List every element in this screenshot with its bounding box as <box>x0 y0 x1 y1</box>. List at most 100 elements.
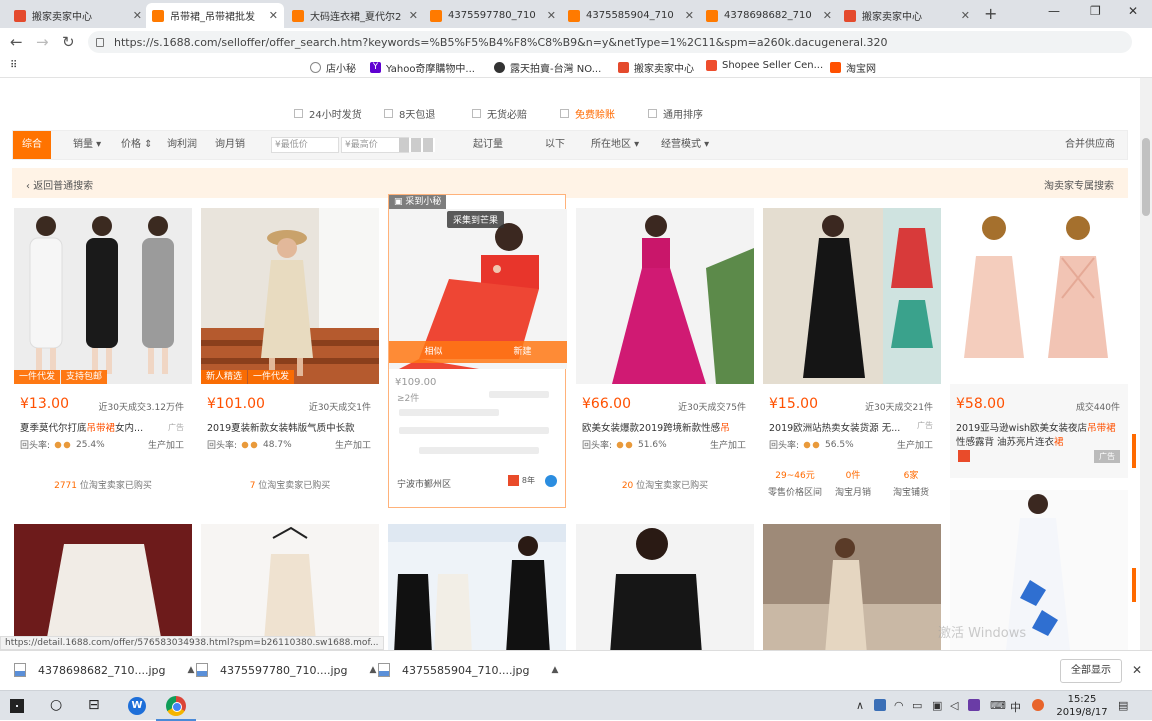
back-arrow-icon[interactable]: ← <box>10 33 23 51</box>
chevron-up-icon[interactable]: ▲ <box>552 665 559 675</box>
product-card[interactable]: ¥58.00 成交440件 2019亚马逊wish欧美女装夜店吊带裙 性感露背 … <box>950 208 1128 478</box>
close-icon[interactable]: ✕ <box>409 9 418 22</box>
task-view-icon[interactable]: ⊟ <box>88 697 100 713</box>
ime-indicator[interactable]: 中 <box>1010 699 1021 715</box>
product-card[interactable]: ¥66.00 近30天成交75件 欧美女装爆款2019跨境新款性感吊 回头率: 5… <box>576 208 754 508</box>
browser-tab-7[interactable]: 搬家卖家中心 ✕ <box>838 3 976 28</box>
filter-general-sort[interactable]: 通用排序 <box>648 106 703 121</box>
tray-app-icon[interactable] <box>874 699 886 711</box>
show-all-downloads-button[interactable]: 全部显示 <box>1060 659 1122 683</box>
product-title[interactable]: 2019欧洲站热卖女装货源 无... <box>769 420 935 434</box>
merge-suppliers[interactable]: 合并供应商 <box>1065 131 1115 159</box>
product-image[interactable] <box>14 208 192 384</box>
close-icon[interactable]: ✕ <box>1132 663 1142 677</box>
product-card-hovered[interactable]: ▣ 采到小秘 采集到芒果 相似 新建 ¥109.00 ≥2件 宁波市鄞州区 8年 <box>388 194 567 508</box>
tray-app-icon[interactable] <box>1032 699 1044 711</box>
bookmark-seller-center[interactable]: 搬家卖家中心 <box>618 60 694 75</box>
bookmark-dianxiaomi[interactable]: 店小秘 <box>310 60 356 75</box>
minimize-button[interactable]: — <box>1048 4 1060 18</box>
product-card[interactable] <box>14 524 192 650</box>
product-card[interactable] <box>388 524 566 650</box>
window-close-button[interactable]: ✕ <box>1128 4 1138 18</box>
apps-icon[interactable]: ⠿ <box>10 60 17 71</box>
product-title[interactable]: 2019夏装新款女装韩版气质中长款 <box>207 420 373 434</box>
browser-tab-5[interactable]: 4375585904_710 ✕ <box>562 3 700 28</box>
product-card[interactable] <box>576 524 754 650</box>
find-similar-button[interactable]: 相似 <box>389 341 478 363</box>
product-card[interactable] <box>763 524 941 650</box>
clock[interactable]: 15:25 2019/8/17 <box>1056 693 1108 719</box>
filter-free-credit[interactable]: 免费赊账 <box>560 106 615 121</box>
min-order-filter[interactable]: 起订量 <box>473 131 503 159</box>
download-item-3[interactable]: 4375585904_710....jpg ▲ <box>378 663 558 677</box>
bookmark-taobao[interactable]: 淘宝网 <box>830 60 876 75</box>
product-image[interactable] <box>388 524 566 650</box>
network-icon[interactable]: ▣ <box>932 699 942 712</box>
min-price-input[interactable]: ¥最低价 <box>271 137 339 153</box>
bookmark-ruten[interactable]: 露天拍賣-台灣 NO... <box>494 60 601 75</box>
chat-icon[interactable] <box>545 475 557 487</box>
volume-icon[interactable]: ◁ <box>950 699 958 712</box>
chevron-up-icon[interactable]: ∧ <box>856 699 864 712</box>
product-image[interactable] <box>576 208 754 384</box>
page-scrollbar[interactable] <box>1140 78 1152 650</box>
product-image[interactable] <box>950 208 1128 384</box>
new-button[interactable]: 新建 <box>478 341 567 363</box>
grid-view-icon[interactable] <box>399 138 435 152</box>
sort-comprehensive[interactable]: 综合 <box>13 131 51 159</box>
filter-stock-guarantee[interactable]: 无货必赔 <box>472 106 527 121</box>
battery-icon[interactable]: ▭ <box>912 699 922 712</box>
browser-tab-3[interactable]: 大码连衣裙_夏代尔2 ✕ <box>286 3 424 28</box>
windows-start-icon[interactable] <box>10 699 24 713</box>
close-icon[interactable]: ✕ <box>269 9 278 22</box>
download-item-1[interactable]: 4378698682_710....jpg ▲ <box>14 663 194 677</box>
keyboard-icon[interactable]: ⌨ <box>990 699 1006 712</box>
address-bar[interactable]: https://s.1688.com/selloffer/offer_searc… <box>88 31 1132 53</box>
product-title[interactable]: 夏季莫代尔打底吊带裙女内... <box>20 420 186 434</box>
wifi-icon[interactable]: ◠ <box>894 699 904 712</box>
scroll-thumb[interactable] <box>1142 138 1150 216</box>
filter-24h-shipping[interactable]: 24小时发货 <box>294 106 362 121</box>
chevron-up-icon[interactable]: ▲ <box>370 665 377 675</box>
bookmark-yahoo[interactable]: Y Yahoo奇摩購物中... <box>370 60 475 75</box>
notification-icon[interactable]: ▤ <box>1118 699 1128 712</box>
product-image[interactable] <box>576 524 754 650</box>
product-image[interactable] <box>763 524 941 650</box>
search-icon[interactable]: ○ <box>50 697 62 713</box>
browser-tab-1[interactable]: 搬家卖家中心 ✕ <box>8 3 148 28</box>
product-card[interactable]: 新人精选 一件代发 ¥101.00 近30天成交1件 2019夏装新款女装韩版气质… <box>201 208 379 508</box>
download-item-2[interactable]: 4375597780_710....jpg ▲ <box>196 663 376 677</box>
bookmark-shopee[interactable]: Shopee Seller Cen... <box>706 60 823 71</box>
back-to-normal-search[interactable]: ‹ 返回普通搜索 <box>26 177 93 192</box>
collect-to-xiaomi-button[interactable]: ▣ 采到小秘 <box>389 195 447 209</box>
close-icon[interactable]: ✕ <box>823 9 832 22</box>
product-title-line2[interactable]: 性感露背 油苏亮片连衣裙 <box>956 434 1122 448</box>
chrome-icon[interactable] <box>166 696 186 716</box>
product-image[interactable] <box>201 524 379 650</box>
collect-to-mango-button[interactable]: 采集到芒果 <box>447 211 505 228</box>
taobao-seller-search[interactable]: 淘卖家专属搜索 <box>1044 177 1114 192</box>
product-card[interactable]: ¥15.00 近30天成交21件 2019欧洲站热卖女装货源 无... 广告 回… <box>763 208 941 508</box>
sort-monthly[interactable]: 询月销 <box>215 131 245 159</box>
business-mode-filter[interactable]: 经营模式 ▾ <box>661 131 709 159</box>
browser-tab-2[interactable]: 吊带裙_吊带裙批发 ✕ <box>146 3 284 28</box>
product-image[interactable] <box>763 208 941 384</box>
product-image[interactable] <box>14 524 192 650</box>
browser-tab-4[interactable]: 4375597780_710 ✕ <box>424 3 562 28</box>
close-icon[interactable]: ✕ <box>685 9 694 22</box>
product-card[interactable]: 一件代发 支持包邮 ¥13.00 近30天成交3.12万件 夏季莫代尔打底吊带裙女… <box>14 208 192 508</box>
wps-icon[interactable]: W <box>128 697 146 715</box>
product-card[interactable] <box>201 524 379 650</box>
product-title[interactable]: 2019亚马逊wish欧美女装夜店吊带裙 <box>956 420 1122 434</box>
restore-button[interactable]: ❐ <box>1090 4 1101 18</box>
filter-8day-return[interactable]: 8天包退 <box>384 106 435 121</box>
reload-icon[interactable]: ↻ <box>62 33 75 51</box>
sort-price[interactable]: 价格 ⇕ <box>121 131 153 159</box>
product-title[interactable]: 欧美女装爆款2019跨境新款性感吊 <box>582 420 748 434</box>
forward-arrow-icon[interactable]: → <box>36 33 49 51</box>
new-tab-button[interactable]: + <box>984 4 997 23</box>
close-icon[interactable]: ✕ <box>961 9 970 22</box>
region-filter[interactable]: 所在地区 ▾ <box>591 131 639 159</box>
sort-sales[interactable]: 销量 ▾ <box>73 131 101 159</box>
tray-app-icon[interactable] <box>968 699 980 711</box>
